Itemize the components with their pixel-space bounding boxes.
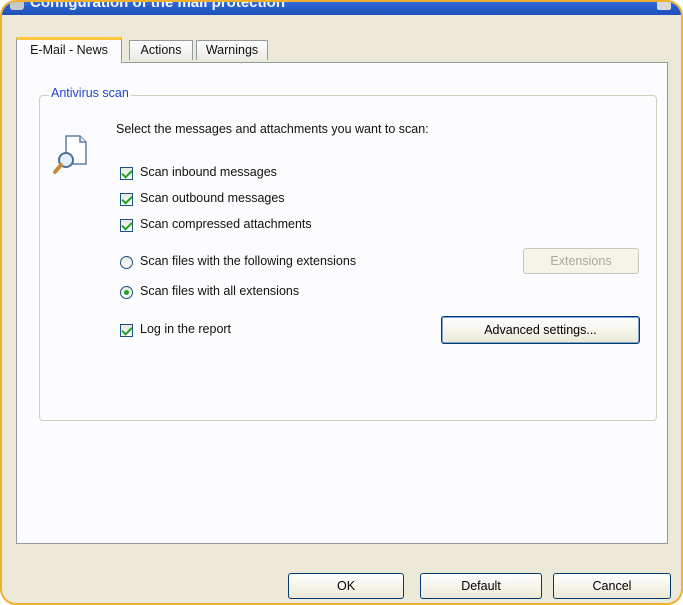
tab-email-news[interactable]: E-Mail - News — [16, 37, 122, 63]
scan-inbound-checkbox[interactable] — [120, 167, 133, 180]
scan-outbound-checkbox[interactable] — [120, 193, 133, 206]
scan-following-extensions-radio[interactable] — [120, 256, 133, 269]
ok-button[interactable]: OK — [288, 573, 404, 599]
window-title: Configuration of the mail protection — [30, 0, 285, 11]
magnifier-document-icon — [53, 135, 87, 174]
advanced-settings-button[interactable]: Advanced settings... — [441, 316, 640, 344]
extensions-button[interactable]: Extensions — [523, 248, 639, 274]
close-icon[interactable] — [657, 2, 671, 10]
scan-inbound-label: Scan inbound messages — [140, 165, 277, 179]
instruction-text: Select the messages and attachments you … — [116, 122, 429, 136]
group-label: Antivirus scan — [49, 86, 131, 100]
default-button[interactable]: Default — [420, 573, 542, 599]
tab-panel: Antivirus scan Select the messages and a… — [16, 62, 668, 544]
antivirus-scan-group: Antivirus scan Select the messages and a… — [39, 86, 657, 421]
cancel-button[interactable]: Cancel — [553, 573, 671, 599]
title-bar[interactable]: Configuration of the mail protection — [2, 2, 681, 15]
scan-all-extensions-radio[interactable] — [120, 286, 133, 299]
tab-actions[interactable]: Actions — [129, 40, 193, 60]
app-icon — [10, 2, 24, 10]
log-report-checkbox[interactable] — [120, 324, 133, 337]
scan-all-extensions-label: Scan files with all extensions — [140, 284, 300, 298]
scan-outbound-label: Scan outbound messages — [140, 191, 285, 205]
scan-compressed-label: Scan compressed attachments — [140, 217, 312, 231]
log-report-label: Log in the report — [140, 322, 232, 336]
scan-following-extensions-label: Scan files with the following extensions — [140, 254, 357, 268]
scan-compressed-checkbox[interactable] — [120, 219, 133, 232]
tab-warnings[interactable]: Warnings — [196, 40, 268, 60]
dialog-window: Configuration of the mail protection E-M… — [0, 0, 683, 605]
